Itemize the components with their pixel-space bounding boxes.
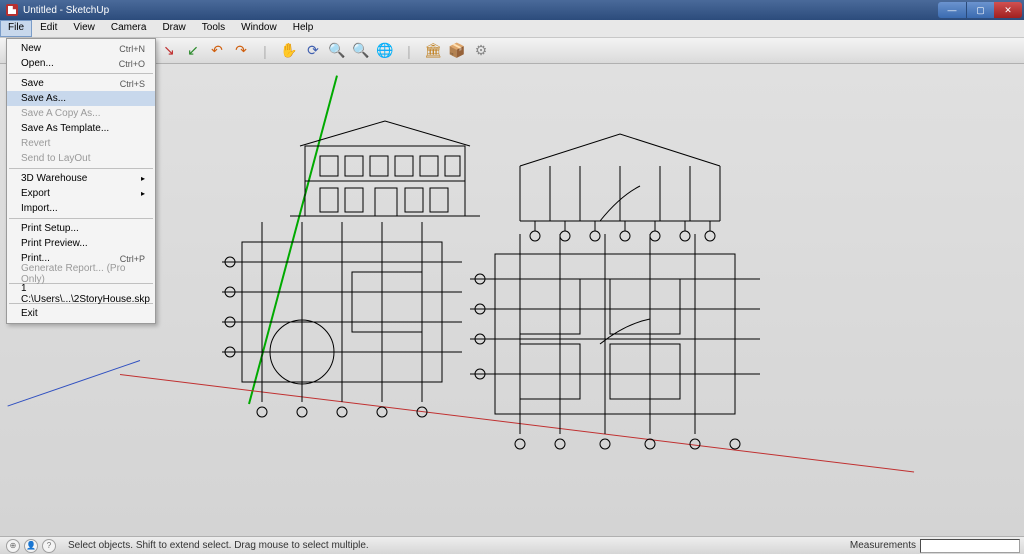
menu-item-label: Print Preview... [21, 238, 88, 249]
menu-item-label: Open... [21, 58, 54, 69]
menu-camera[interactable]: Camera [103, 20, 155, 37]
menu-item-save-as[interactable]: Save As... [7, 91, 155, 106]
window-controls: — ▢ ✕ [938, 2, 1022, 18]
drawing-floorplan-1 [212, 212, 472, 422]
menu-item-shortcut: Ctrl+S [120, 79, 145, 89]
tool-orbit[interactable]: ⟳ [304, 42, 322, 60]
drawing-floorplan-2 [460, 224, 770, 454]
menu-item-label: 3D Warehouse [21, 173, 87, 184]
status-hint: Select objects. Shift to extend select. … [62, 540, 850, 551]
close-button[interactable]: ✕ [994, 2, 1022, 18]
menu-item-label: Save As... [21, 93, 66, 104]
tool-warehouse[interactable]: 🏛 [424, 42, 442, 60]
menu-item-print-setup[interactable]: Print Setup... [7, 221, 155, 236]
menu-item-label: Save A Copy As... [21, 108, 101, 119]
menu-item-label: Export [21, 188, 50, 199]
menu-item-label: Generate Report... (Pro Only) [21, 263, 145, 285]
file-menu-dropdown: New Ctrl+N Open... Ctrl+O Save Ctrl+S Save As.… [6, 38, 156, 324]
menu-item-save-as-template[interactable]: Save As Template... [7, 121, 155, 136]
menu-item-label: Revert [21, 138, 50, 149]
tool-components[interactable]: 📦 [448, 42, 466, 60]
menu-item-save-a-copy-as: Save A Copy As... [7, 106, 155, 121]
menu-help[interactable]: Help [285, 20, 322, 37]
menu-item-label: Save [21, 78, 44, 89]
tool-sep2: | [400, 42, 418, 60]
tool-hand[interactable]: ✋ [280, 42, 298, 60]
minimize-button[interactable]: — [938, 2, 966, 18]
maximize-button[interactable]: ▢ [966, 2, 994, 18]
axis-blue [7, 360, 140, 407]
menu-item-open[interactable]: Open... Ctrl+O [7, 56, 155, 71]
menu-separator [9, 168, 153, 169]
menu-item-new[interactable]: New Ctrl+N [7, 41, 155, 56]
menu-view[interactable]: View [65, 20, 103, 37]
menu-item-shortcut: Ctrl+N [119, 44, 145, 54]
menu-window[interactable]: Window [233, 20, 285, 37]
window-titlebar: Untitled - SketchUp — ▢ ✕ [0, 0, 1024, 20]
menu-item-save[interactable]: Save Ctrl+S [7, 76, 155, 91]
menu-item-label: Send to LayOut [21, 153, 91, 164]
menu-item-revert: Revert [7, 136, 155, 151]
menu-item-3d-warehouse[interactable]: 3D Warehouse [7, 171, 155, 186]
status-geo-icon[interactable]: ⊕ [6, 539, 20, 553]
menu-draw[interactable]: Draw [154, 20, 193, 37]
menu-item-shortcut: Ctrl+O [119, 59, 145, 69]
menu-item-label: Print Setup... [21, 223, 79, 234]
status-user-icon[interactable]: 👤 [24, 539, 38, 553]
menu-item-generate-report-pro-only: Generate Report... (Pro Only) [7, 266, 155, 281]
menu-item-label: Exit [21, 308, 38, 319]
menu-separator [9, 218, 153, 219]
tool-sep: | [256, 42, 274, 60]
tool-extension[interactable]: ⚙ [472, 42, 490, 60]
tool-green-arrow[interactable]: ↙ [184, 42, 202, 60]
menu-item-import[interactable]: Import... [7, 201, 155, 216]
tool-zoom-extents[interactable]: 🔍 [352, 42, 370, 60]
menu-file[interactable]: File [0, 20, 32, 37]
menu-item-label: Save As Template... [21, 123, 109, 134]
status-help-icon[interactable]: ? [42, 539, 56, 553]
menu-item-export[interactable]: Export [7, 186, 155, 201]
tool-orange-redo[interactable]: ↷ [232, 42, 250, 60]
measurements-input[interactable] [920, 539, 1020, 553]
app-icon [6, 4, 18, 16]
menu-item-exit[interactable]: Exit [7, 306, 155, 321]
menu-item-send-to-layout: Send to LayOut [7, 151, 155, 166]
measurements-label: Measurements [850, 540, 916, 551]
window-title: Untitled - SketchUp [23, 5, 109, 16]
menu-edit[interactable]: Edit [32, 20, 65, 37]
menu-item-label: 1 C:\Users\...\2StoryHouse.skp [21, 283, 150, 305]
menu-separator [9, 73, 153, 74]
menu-tools[interactable]: Tools [194, 20, 233, 37]
tool-earth[interactable]: 🌐 [376, 42, 394, 60]
menubar: File Edit View Camera Draw Tools Window … [0, 20, 1024, 38]
tool-zoom[interactable]: 🔍 [328, 42, 346, 60]
tool-red-arrow[interactable]: ↘ [160, 42, 178, 60]
tool-orange-undo[interactable]: ↶ [208, 42, 226, 60]
statusbar: ⊕ 👤 ? Select objects. Shift to extend se… [0, 536, 1024, 554]
menu-item-print-preview[interactable]: Print Preview... [7, 236, 155, 251]
menu-item-label: New [21, 43, 41, 54]
menu-item-1-c-users-2storyhouse-skp[interactable]: 1 C:\Users\...\2StoryHouse.skp [7, 286, 155, 301]
menu-item-label: Import... [21, 203, 58, 214]
